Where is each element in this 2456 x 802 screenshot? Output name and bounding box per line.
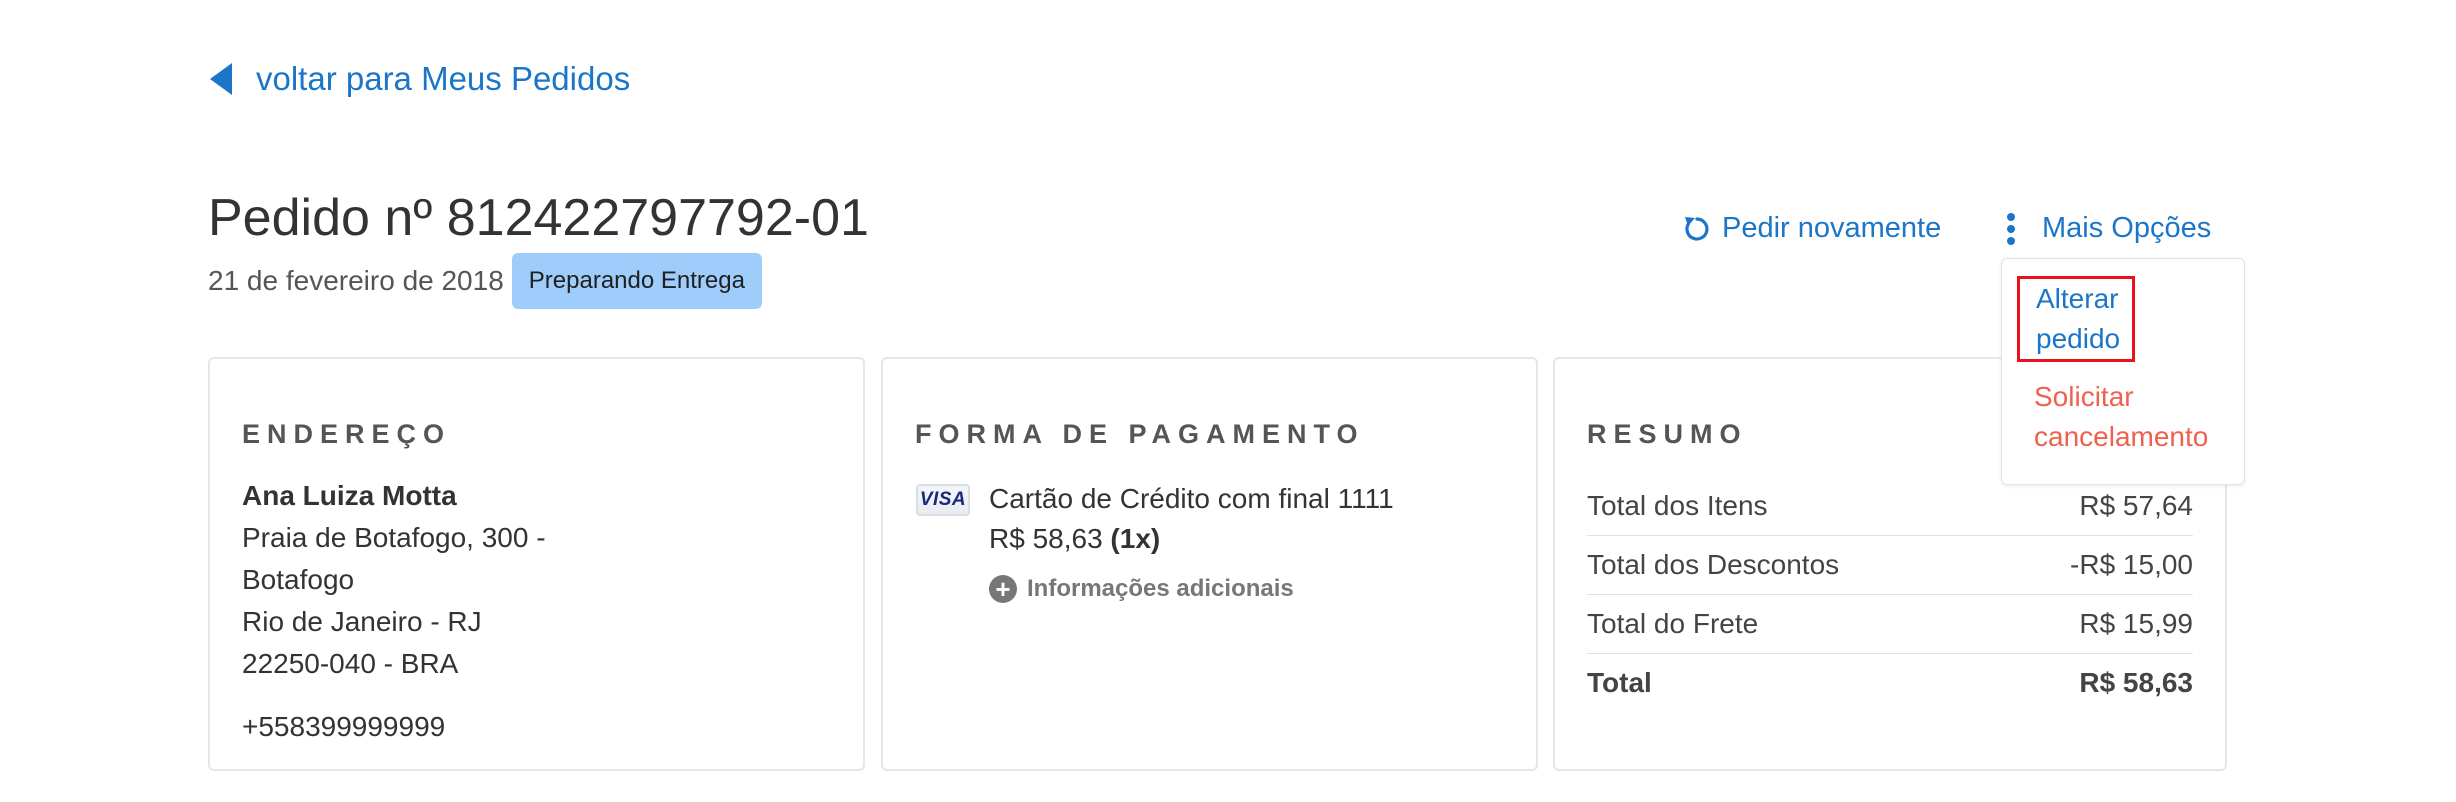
summary-row-items: Total dos Itens R$ 57,64 [1587, 477, 2193, 536]
order-date: 21 de fevereiro de 2018 [208, 265, 504, 296]
request-cancellation-option[interactable]: Solicitar cancelamento [2034, 377, 2208, 457]
refresh-icon [1685, 216, 1709, 241]
summary-value: R$ 15,99 [2079, 608, 2193, 639]
summary-value: -R$ 15,00 [2070, 549, 2193, 580]
summary-label: Total dos Descontos [1587, 549, 1840, 580]
summary-table: Total dos Itens R$ 57,64 Total dos Desco… [1587, 477, 2193, 712]
summary-label: Total dos Itens [1587, 490, 1768, 521]
more-options-button[interactable]: Mais Opções [2006, 212, 2211, 245]
summary-label: Total [1587, 667, 1652, 698]
address-line: 22250-040 - BRA [242, 648, 459, 679]
payment-card-title: FORMA DE PAGAMENTO [915, 419, 1365, 449]
address-block: Ana Luiza Motta Praia de Botafogo, 300 -… [242, 475, 546, 685]
recipient-name: Ana Luiza Motta [242, 480, 457, 511]
visa-card-icon: VISA [916, 484, 970, 516]
summary-row-total: Total R$ 58,63 [1587, 654, 2193, 712]
order-meta: 21 de fevereiro de 2018 Preparando Entre… [208, 253, 762, 309]
payment-amount: R$ 58,63 [989, 523, 1103, 554]
address-line: Praia de Botafogo, 300 - [242, 522, 546, 553]
more-options-menu: Alterar pedido Solicitar cancelamento [2001, 258, 2245, 485]
back-link-label: voltar para Meus Pedidos [256, 60, 631, 97]
more-options-label: Mais Opções [2042, 212, 2212, 244]
summary-value: R$ 58,63 [2079, 667, 2193, 698]
summary-value: R$ 57,64 [2079, 490, 2193, 521]
summary-card-title: RESUMO [1587, 419, 1748, 449]
payment-installments: (1x) [1110, 523, 1161, 554]
status-badge: Preparando Entrega [511, 253, 762, 309]
plus-circle-icon: + [989, 575, 1017, 603]
additional-info-label: Informações adicionais [1027, 575, 1294, 602]
payment-card: FORMA DE PAGAMENTO VISA Cartão de Crédit… [881, 357, 1538, 771]
chevron-left-icon [210, 63, 232, 95]
address-card: ENDEREÇO Ana Luiza Motta Praia de Botafo… [208, 357, 865, 771]
payment-amount-line: R$ 58,63 (1x) [989, 519, 1394, 559]
summary-row-shipping: Total do Frete R$ 15,99 [1587, 595, 2193, 654]
edit-order-option[interactable]: Alterar pedido [2016, 276, 2136, 362]
additional-info-toggle[interactable]: + Informações adicionais [989, 575, 1294, 603]
payment-method: Cartão de Crédito com final 1111 [989, 483, 1394, 514]
address-line: Rio de Janeiro - RJ [242, 606, 482, 637]
summary-row-discounts: Total dos Descontos -R$ 15,00 [1587, 536, 2193, 595]
summary-label: Total do Frete [1587, 608, 1759, 639]
page-title: Pedido nº 812422797792-01 [208, 189, 869, 247]
reorder-label: Pedir novamente [1722, 212, 1942, 244]
more-vertical-icon [2006, 212, 2016, 245]
reorder-button[interactable]: Pedir novamente [1682, 212, 1941, 245]
payment-description: Cartão de Crédito com final 1111 R$ 58,6… [989, 479, 1394, 559]
address-card-title: ENDEREÇO [242, 419, 452, 449]
back-to-orders-link[interactable]: voltar para Meus Pedidos [210, 60, 630, 98]
address-line: Botafogo [242, 564, 355, 595]
phone-number: +558399999999 [242, 711, 446, 742]
